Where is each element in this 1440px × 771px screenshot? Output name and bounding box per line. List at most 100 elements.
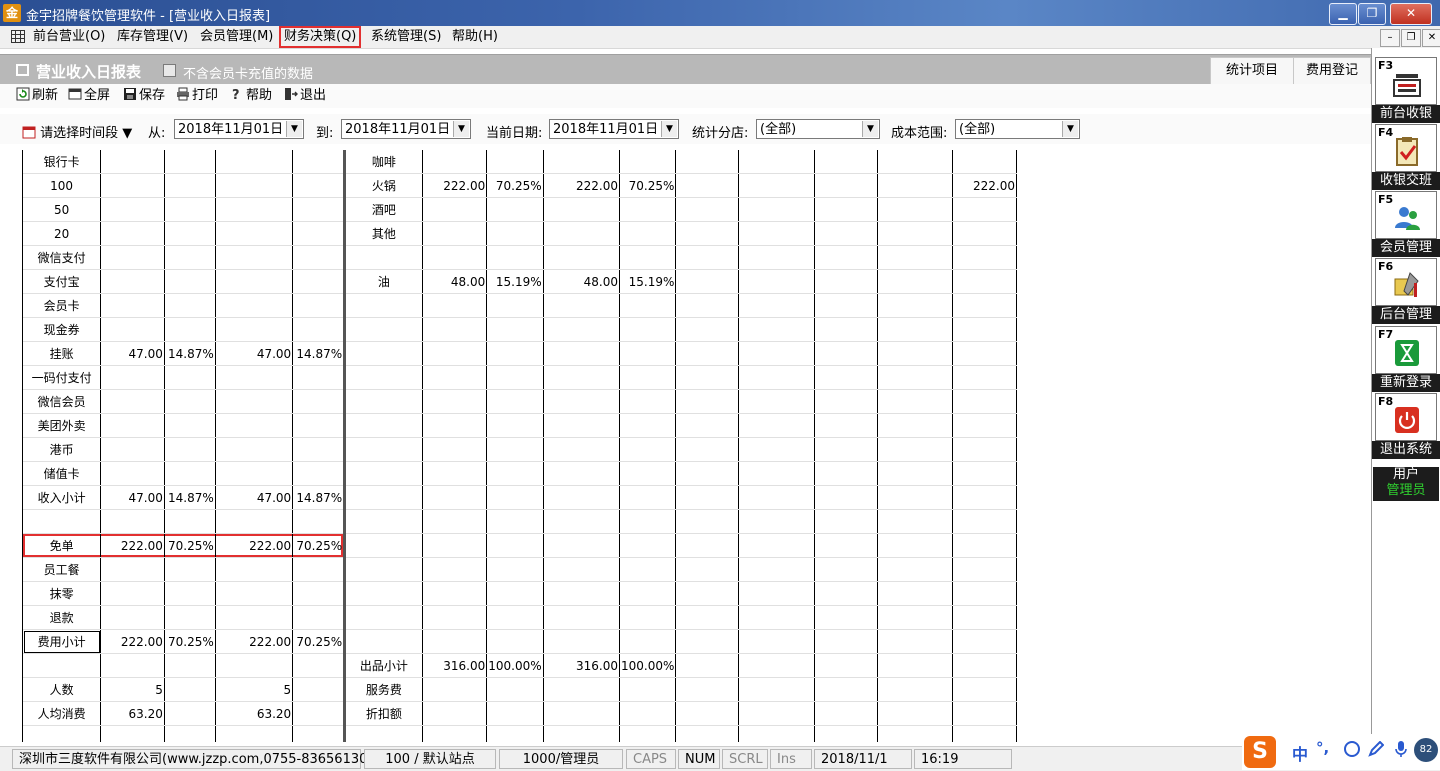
table-cell[interactable]: 222.00 [215,533,294,558]
mdi-close-button[interactable]: ✕ [1422,29,1440,47]
table-cell[interactable] [292,677,347,702]
table-cell[interactable]: 70.25% [164,629,216,654]
table-cell[interactable] [543,365,621,390]
table-cell[interactable] [344,533,423,558]
table-cell[interactable] [952,389,1017,414]
table-cell[interactable] [486,293,544,318]
table-cell[interactable] [877,269,954,294]
table-cell[interactable] [877,653,954,678]
save-button[interactable]: 保存 [123,87,165,105]
table-cell[interactable]: 222.00 [100,533,165,558]
table-cell[interactable] [738,317,815,342]
cost-range-select[interactable]: (全部) ▼ [955,119,1080,139]
table-cell[interactable] [952,437,1017,462]
table-cell[interactable] [619,557,677,582]
table-cell[interactable] [877,581,954,606]
table-cell[interactable] [344,605,423,630]
table-cell[interactable] [23,509,102,534]
table-cell[interactable] [814,341,878,366]
table-cell[interactable] [344,437,423,462]
table-cell[interactable] [952,413,1017,438]
table-cell[interactable] [164,150,216,174]
table-cell[interactable] [877,341,954,366]
table-cell[interactable]: 人均消费 [23,701,102,726]
table-cell[interactable]: 316.00 [422,653,488,678]
table-cell[interactable] [100,317,165,342]
chevron-down-icon[interactable]: ▼ [1062,121,1078,137]
table-cell[interactable] [422,293,488,318]
table-cell[interactable] [814,221,878,246]
table-cell[interactable]: 70.25% [619,173,677,198]
table-cell[interactable] [164,725,216,742]
table-cell[interactable] [952,150,1017,174]
table-cell[interactable] [100,605,165,630]
table-cell[interactable] [675,197,740,222]
table-cell[interactable] [215,413,294,438]
table-cell[interactable] [619,485,677,510]
ime-chinese-mode[interactable]: 中 [1292,741,1308,765]
table-cell[interactable] [738,461,815,486]
table-cell[interactable]: 100.00% [486,653,544,678]
period-select[interactable]: 请选择时间段 ▼ [22,122,132,141]
table-cell[interactable] [738,221,815,246]
table-cell[interactable] [814,173,878,198]
table-cell[interactable]: 支付宝 [23,269,102,294]
table-cell[interactable] [877,293,954,318]
table-cell[interactable] [738,725,815,742]
table-cell[interactable] [100,365,165,390]
table-cell[interactable] [675,413,740,438]
table-cell[interactable] [344,365,423,390]
table-cell[interactable] [543,629,621,654]
table-cell[interactable] [675,701,740,726]
table-cell[interactable] [814,317,878,342]
table-cell[interactable] [422,557,488,582]
table-cell[interactable] [814,197,878,222]
table-cell[interactable] [877,389,954,414]
table-cell[interactable] [164,197,216,222]
mdi-restore-button[interactable]: ❐ [1401,29,1421,47]
table-cell[interactable] [215,221,294,246]
table-cell[interactable] [814,245,878,270]
table-cell[interactable] [422,341,488,366]
chevron-down-icon[interactable]: ▼ [453,121,469,137]
to-date-picker[interactable]: 2018年11月01日 ▼ [341,119,471,139]
table-cell[interactable] [164,269,216,294]
table-cell[interactable] [164,605,216,630]
table-cell[interactable] [215,461,294,486]
table-cell[interactable] [814,629,878,654]
table-cell[interactable] [292,150,347,174]
table-cell[interactable] [100,389,165,414]
table-cell[interactable] [543,461,621,486]
table-cell[interactable] [486,581,544,606]
table-cell[interactable] [164,581,216,606]
table-cell[interactable] [738,677,815,702]
exclude-member-recharge-checkbox[interactable] [163,64,176,77]
table-cell[interactable] [877,437,954,462]
table-cell[interactable] [738,629,815,654]
table-cell[interactable] [422,509,488,534]
table-cell[interactable]: 50 [23,197,102,222]
table-cell[interactable] [292,725,347,742]
table-cell[interactable] [215,581,294,606]
table-cell[interactable]: 员工餐 [23,557,102,582]
table-cell[interactable] [23,653,102,678]
mdi-minimize-button[interactable]: – [1380,29,1400,47]
table-cell[interactable] [422,533,488,558]
table-cell[interactable] [877,413,954,438]
table-cell[interactable] [543,221,621,246]
table-cell[interactable] [100,509,165,534]
table-cell[interactable] [100,557,165,582]
ime-toolbar[interactable]: S 中 °, 82 [1242,734,1440,770]
table-cell[interactable] [952,701,1017,726]
table-cell[interactable] [814,150,878,174]
table-cell[interactable] [619,725,677,742]
table-cell[interactable] [814,413,878,438]
table-cell[interactable] [292,389,347,414]
table-cell[interactable] [215,605,294,630]
table-cell[interactable] [675,605,740,630]
table-cell[interactable] [422,581,488,606]
table-cell[interactable]: 火锅 [344,173,423,198]
table-cell[interactable] [877,245,954,270]
table-cell[interactable]: 微信支付 [23,245,102,270]
table-cell[interactable] [422,389,488,414]
